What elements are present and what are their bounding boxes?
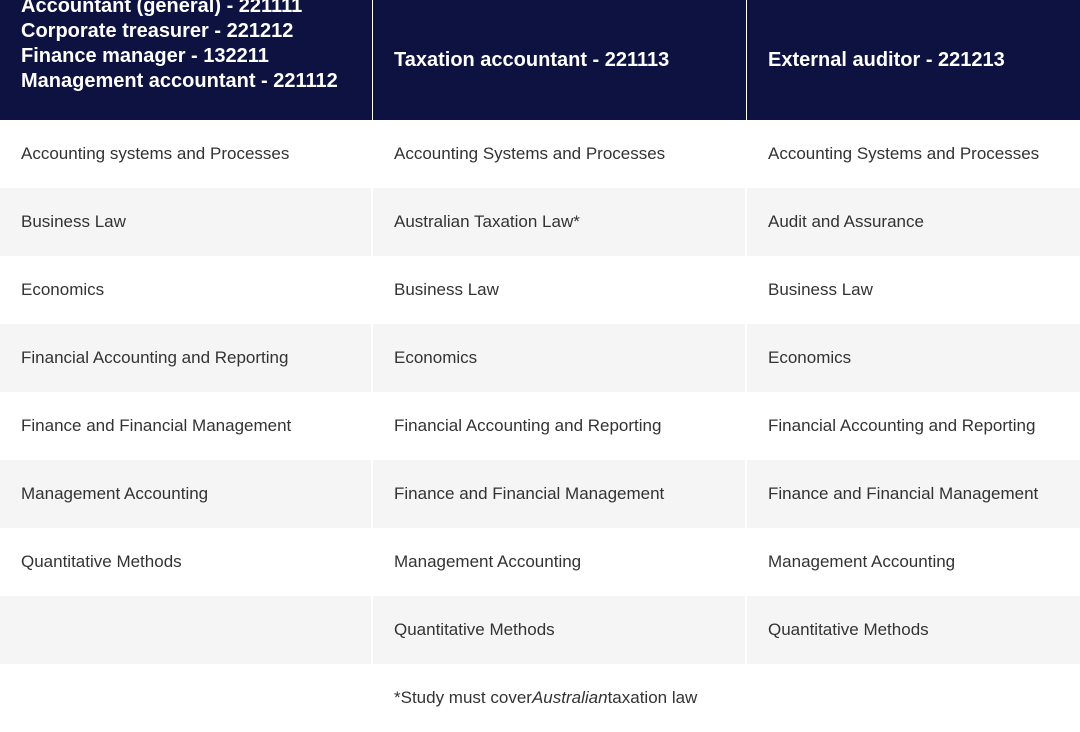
header-col-general-accountant: Accountant (general) - 221111 Corporate … [0, 0, 373, 120]
table-cell: Quantitative Methods [373, 596, 747, 664]
table-row: Quantitative Methods Management Accounti… [0, 528, 1080, 596]
footnote: *Study must cover Australian taxation la… [373, 664, 697, 732]
table-row: Economics Business Law Business Law [0, 256, 1080, 324]
header-label: External auditor - 221213 [768, 48, 1005, 71]
table-cell: Financial Accounting and Reporting [768, 416, 1036, 435]
table-cell: Finance and Financial Management [768, 484, 1039, 503]
footnote-spacer [0, 664, 373, 732]
header-label: Taxation accountant - 221113 [394, 48, 670, 71]
header-line: Accountant (general) - 221111 [21, 0, 303, 17]
table-row: Finance and Financial Management Financi… [0, 392, 1080, 460]
table-cell: Management Accounting [768, 552, 956, 571]
footnote-prefix: *Study must cover [394, 688, 532, 707]
table-header: Accountant (general) - 221111 Corporate … [0, 0, 1080, 120]
footnote-suffix: taxation law [607, 688, 698, 707]
header-col-taxation-accountant: Taxation accountant - 221113 [373, 0, 747, 120]
table-cell: Accounting Systems and Processes [373, 120, 747, 188]
header-col-external-auditor: External auditor - 221213 [747, 0, 1080, 120]
table-cell: Business Law [0, 188, 373, 256]
table-cell [0, 596, 373, 664]
table-cell: Management Accounting [0, 460, 373, 528]
table-cell: Quantitative Methods [0, 528, 373, 596]
table-cell: Business Law [768, 280, 873, 299]
table-cell: Finance and Financial Management [0, 392, 373, 460]
table-cell: Quantitative Methods [768, 620, 929, 639]
table-cell: Economics [373, 324, 747, 392]
table-row: Quantitative Methods Quantitative Method… [0, 596, 1080, 664]
table-cell: Economics [0, 256, 373, 324]
table-cell: Accounting Systems and Processes [768, 144, 1040, 163]
footnote-row: *Study must cover Australian taxation la… [0, 664, 1080, 732]
header-line: Finance manager - 132211 [21, 45, 269, 67]
table-cell: Audit and Assurance [768, 212, 924, 231]
footnote-emphasis: Australian [531, 688, 608, 707]
table-cell: Financial Accounting and Reporting [0, 324, 373, 392]
table-cell: Economics [768, 348, 852, 367]
table-cell: Australian Taxation Law* [373, 188, 747, 256]
table-row: Accounting systems and Processes Account… [0, 120, 1080, 188]
header-line: Corporate treasurer - 221212 [21, 20, 294, 42]
table-cell: Management Accounting [373, 528, 747, 596]
table-cell: Business Law [373, 256, 747, 324]
occupation-subjects-table: Accountant (general) - 221111 Corporate … [0, 0, 1080, 732]
table-row: Management Accounting Finance and Financ… [0, 460, 1080, 528]
header-line: Management accountant - 221112 [21, 70, 338, 92]
table-row: Business Law Australian Taxation Law* Au… [0, 188, 1080, 256]
table-cell: Finance and Financial Management [373, 460, 747, 528]
table-cell: Accounting systems and Processes [0, 120, 373, 188]
table-cell: Financial Accounting and Reporting [373, 392, 747, 460]
table-row: Financial Accounting and Reporting Econo… [0, 324, 1080, 392]
